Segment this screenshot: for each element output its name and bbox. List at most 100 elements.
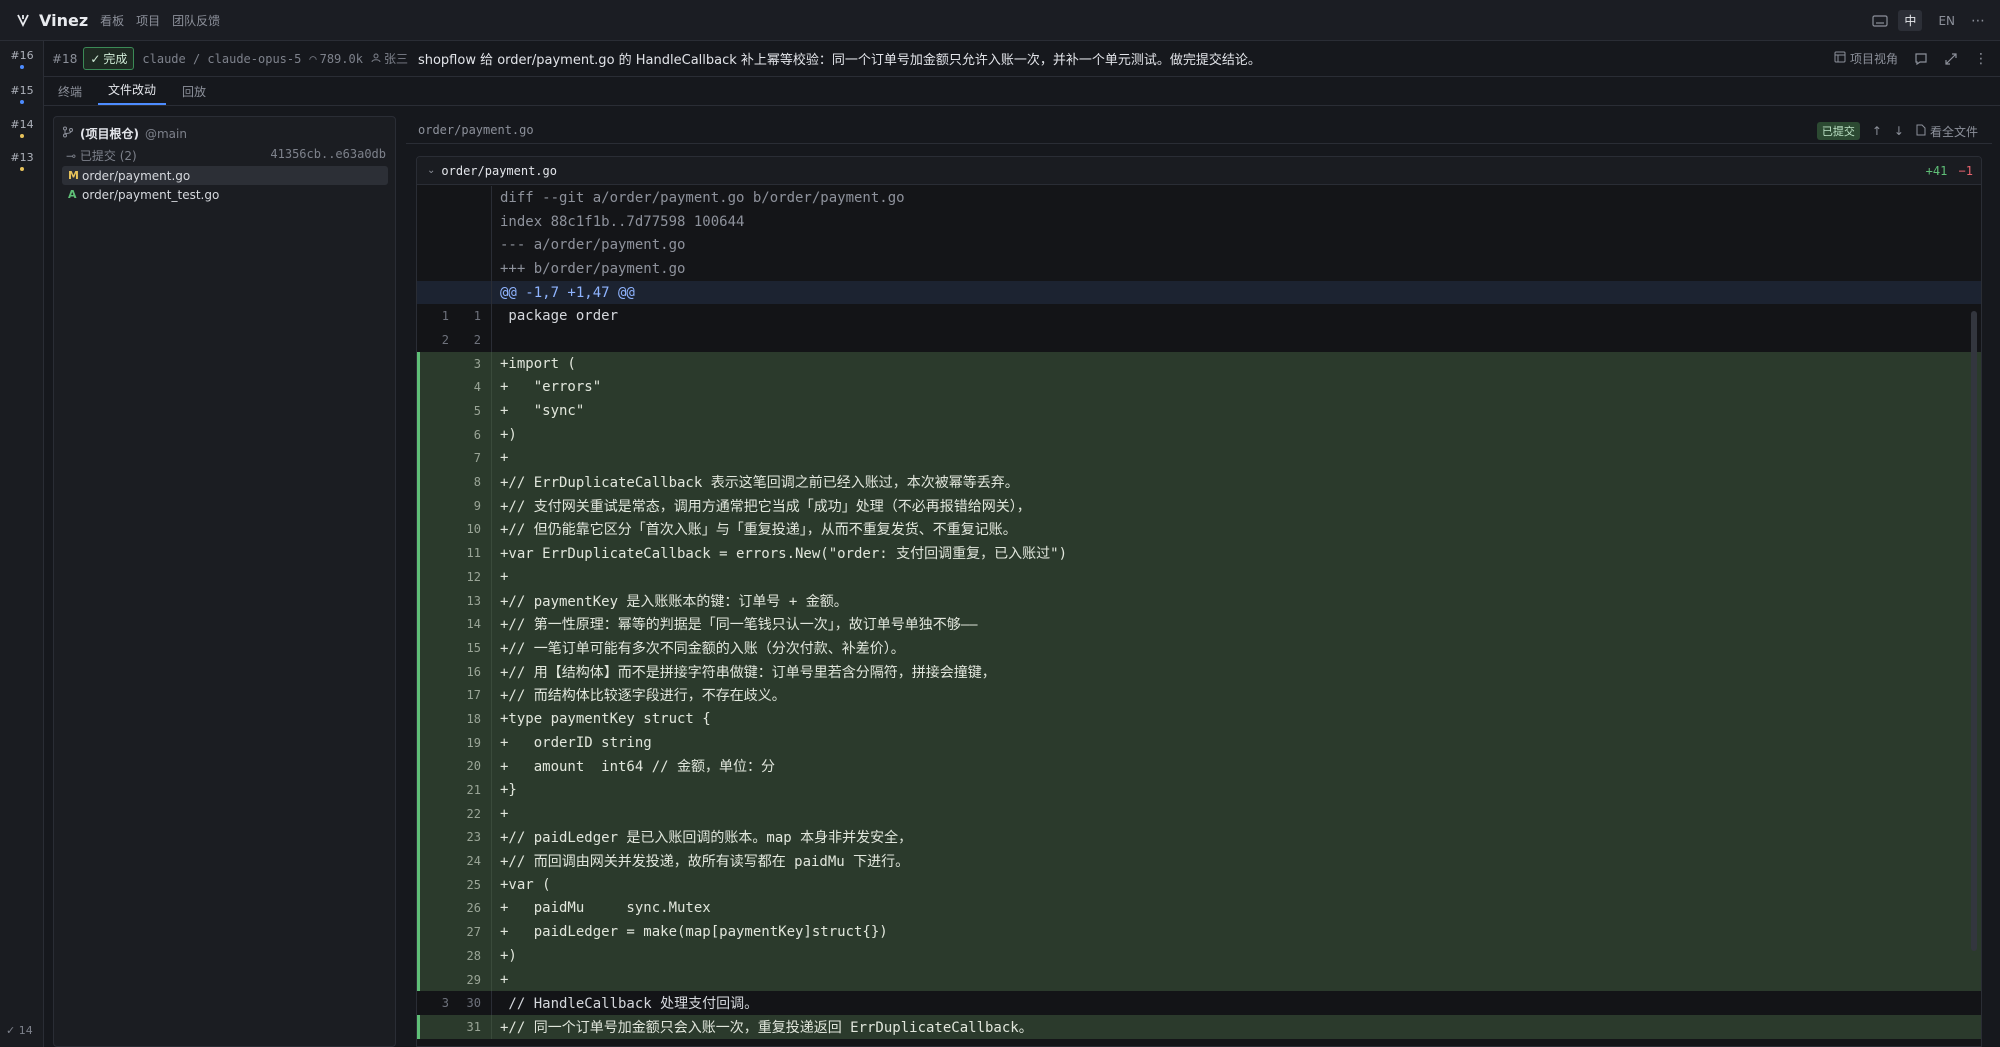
- app-name: Vinez: [39, 10, 89, 30]
- view-full-file-button[interactable]: 看全文件: [1916, 123, 1978, 140]
- task-rail: #16 #15 #14 #13 ✓ 14: [0, 41, 44, 1047]
- rail-task-label: #15: [10, 84, 34, 97]
- diff-line-text: +var ErrDuplicateCallback = errors.New("…: [491, 541, 1981, 565]
- file-name: order/payment_test.go: [82, 187, 220, 202]
- branch-name: @main: [144, 126, 187, 141]
- status-label: 完成: [103, 52, 128, 66]
- diff-line: 24 +// 而回调由网关并发投递，故所有读写都在 paidMu 下进行。: [417, 849, 1981, 873]
- rail-task-13[interactable]: #13: [0, 151, 44, 171]
- rail-task-label: #14: [10, 118, 34, 131]
- vertical-more-icon[interactable]: ⋮: [1974, 51, 1988, 67]
- project-view-icon: [1834, 51, 1846, 66]
- status-dot: [20, 100, 24, 104]
- expand-icon[interactable]: [1944, 52, 1958, 66]
- diff-line-text: @@ -1,7 +1,47 @@: [491, 280, 1981, 305]
- diff-line-text: +): [491, 944, 1981, 968]
- chevron-down-icon[interactable]: ⌄: [427, 165, 435, 176]
- owner-name: 张三: [383, 52, 408, 66]
- new-line-number: 27: [466, 925, 481, 940]
- diff-file-header[interactable]: ⌄ order/payment.go +41 −1: [417, 157, 1981, 185]
- new-line-number: 5: [473, 404, 481, 419]
- diff-line: 7 +: [417, 446, 1981, 471]
- diff-line: --- a/order/payment.go: [417, 233, 1981, 258]
- deletions-count: −1: [1958, 164, 1973, 178]
- tab-file-changes[interactable]: 文件改动: [98, 81, 167, 105]
- project-view-button[interactable]: 项目视角: [1834, 50, 1898, 67]
- diff-line-text: +// paymentKey 是入账账本的键：订单号 + 金额。: [491, 588, 1981, 613]
- file-item-payment-test-go[interactable]: A order/payment_test.go: [62, 185, 388, 204]
- diff-line: 28 +): [417, 944, 1981, 968]
- rail-task-14[interactable]: #14: [0, 118, 44, 138]
- diff-line-text: +: [491, 967, 1981, 992]
- user-icon: [371, 52, 381, 66]
- diff-line: index 88c1f1b..7d77598 100644: [417, 209, 1981, 234]
- diff-line: 12 +: [417, 565, 1981, 589]
- status-dot: [20, 167, 24, 171]
- old-line-number: 3: [441, 996, 449, 1011]
- keyboard-icon[interactable]: [1872, 14, 1889, 28]
- diff-header: order/payment.go 已提交 ↑ ↓ 看全文件: [406, 116, 1992, 144]
- rail-task-15[interactable]: #15: [0, 84, 44, 104]
- tab-terminal[interactable]: 终端: [48, 83, 92, 105]
- diff-line-text: +// ErrDuplicateCallback 表示这笔回调之前已经入账过，本…: [491, 470, 1981, 494]
- lang-en-button[interactable]: EN: [1932, 12, 1961, 30]
- new-line-number: 14: [466, 617, 481, 632]
- app-logo[interactable]: Vinez: [16, 11, 88, 30]
- diff-line-text: +// paidLedger 是已入账回调的账本。map 本身非并发安全，: [491, 825, 1981, 850]
- diff-line-text: +: [491, 801, 1981, 826]
- new-line-number: 26: [466, 901, 481, 916]
- new-line-number: 10: [466, 522, 481, 537]
- diff-file-path: order/payment.go: [418, 122, 534, 137]
- diff-line: 14 +// 第一性原理：幂等的判据是「同一笔钱只认一次」，故订单号单独不够——: [417, 612, 1981, 637]
- task-title: shopflow 给 order/payment.go 的 HandleCall…: [417, 53, 1261, 68]
- diff-pane: order/payment.go 已提交 ↑ ↓ 看全文件 ⌄ order/pa…: [406, 116, 2000, 1047]
- file-icon: [1916, 124, 1926, 139]
- new-line-number: 21: [466, 783, 481, 798]
- check-icon: ✓: [90, 51, 101, 66]
- more-icon[interactable]: ⋯: [1971, 13, 1986, 29]
- tab-bar: 终端 文件改动 回放: [44, 77, 2000, 106]
- file-item-payment-go[interactable]: M order/payment.go: [62, 166, 388, 185]
- comment-icon[interactable]: [1914, 52, 1928, 66]
- repo-root[interactable]: (项目根仓) @main: [62, 125, 187, 142]
- tab-replay[interactable]: 回放: [172, 83, 216, 105]
- nav-team-feedback[interactable]: 团队反馈: [172, 12, 220, 29]
- new-line-number: 9: [473, 498, 481, 513]
- nav-board[interactable]: 看板: [100, 12, 124, 29]
- diff-line-text: +import (: [491, 351, 1981, 376]
- diff-line-text: + amount int64 // 金额，单位：分: [491, 754, 1981, 779]
- diff-tools: 已提交 ↑ ↓ 看全文件: [1816, 122, 1978, 140]
- new-line-number: 8: [473, 475, 481, 490]
- diff-line-text: +var (: [491, 872, 1981, 897]
- diff-line: 22: [417, 328, 1981, 352]
- next-change-icon[interactable]: ↓: [1894, 124, 1904, 138]
- diff-line: 3 +import (: [417, 351, 1981, 376]
- diff-line: 5 + "sync": [417, 399, 1981, 423]
- diff-line: 22 +: [417, 801, 1981, 826]
- new-line-number: 29: [466, 972, 481, 987]
- diff-line-text: index 88c1f1b..7d77598 100644: [491, 209, 1981, 234]
- diff-line: 29 +: [417, 967, 1981, 992]
- commit-group[interactable]: ⊸ 已提交 (2) 41356cb..e63a0db: [66, 147, 386, 164]
- diff-line: 1 1 package order: [417, 304, 1981, 329]
- rail-task-label: #13: [10, 151, 34, 164]
- new-line-number: 2: [473, 332, 481, 347]
- prev-change-icon[interactable]: ↑: [1872, 124, 1882, 138]
- token-usage: ◠ 789.0k: [309, 52, 363, 66]
- nav-projects[interactable]: 项目: [136, 12, 160, 29]
- diff-line: 20 + amount int64 // 金额，单位：分: [417, 754, 1981, 779]
- new-line-number: 28: [466, 948, 481, 963]
- diff-file-name: order/payment.go: [441, 163, 557, 178]
- commit-label: ⊸ 已提交 (2): [66, 147, 137, 164]
- scrollbar[interactable]: [1971, 311, 1977, 951]
- diff-line: 23 +// paidLedger 是已入账回调的账本。map 本身非并发安全，: [417, 825, 1981, 850]
- diff-line-text: [491, 328, 1981, 352]
- diff-line: 18 +type paymentKey struct {: [417, 707, 1981, 731]
- file-tree-panel: (项目根仓) @main ⊸ 已提交 (2) 41356cb..e63a0db …: [53, 116, 396, 1047]
- new-line-number: 24: [466, 854, 481, 869]
- lang-zh-button[interactable]: 中: [1898, 10, 1923, 31]
- rail-task-16[interactable]: #16: [0, 49, 44, 69]
- new-line-number: 16: [466, 664, 481, 679]
- diff-line: 15 +// 一笔订单可能有多次不同金额的入账（分次付款、补差价）。: [417, 636, 1981, 660]
- diff-line: 19 + orderID string: [417, 730, 1981, 755]
